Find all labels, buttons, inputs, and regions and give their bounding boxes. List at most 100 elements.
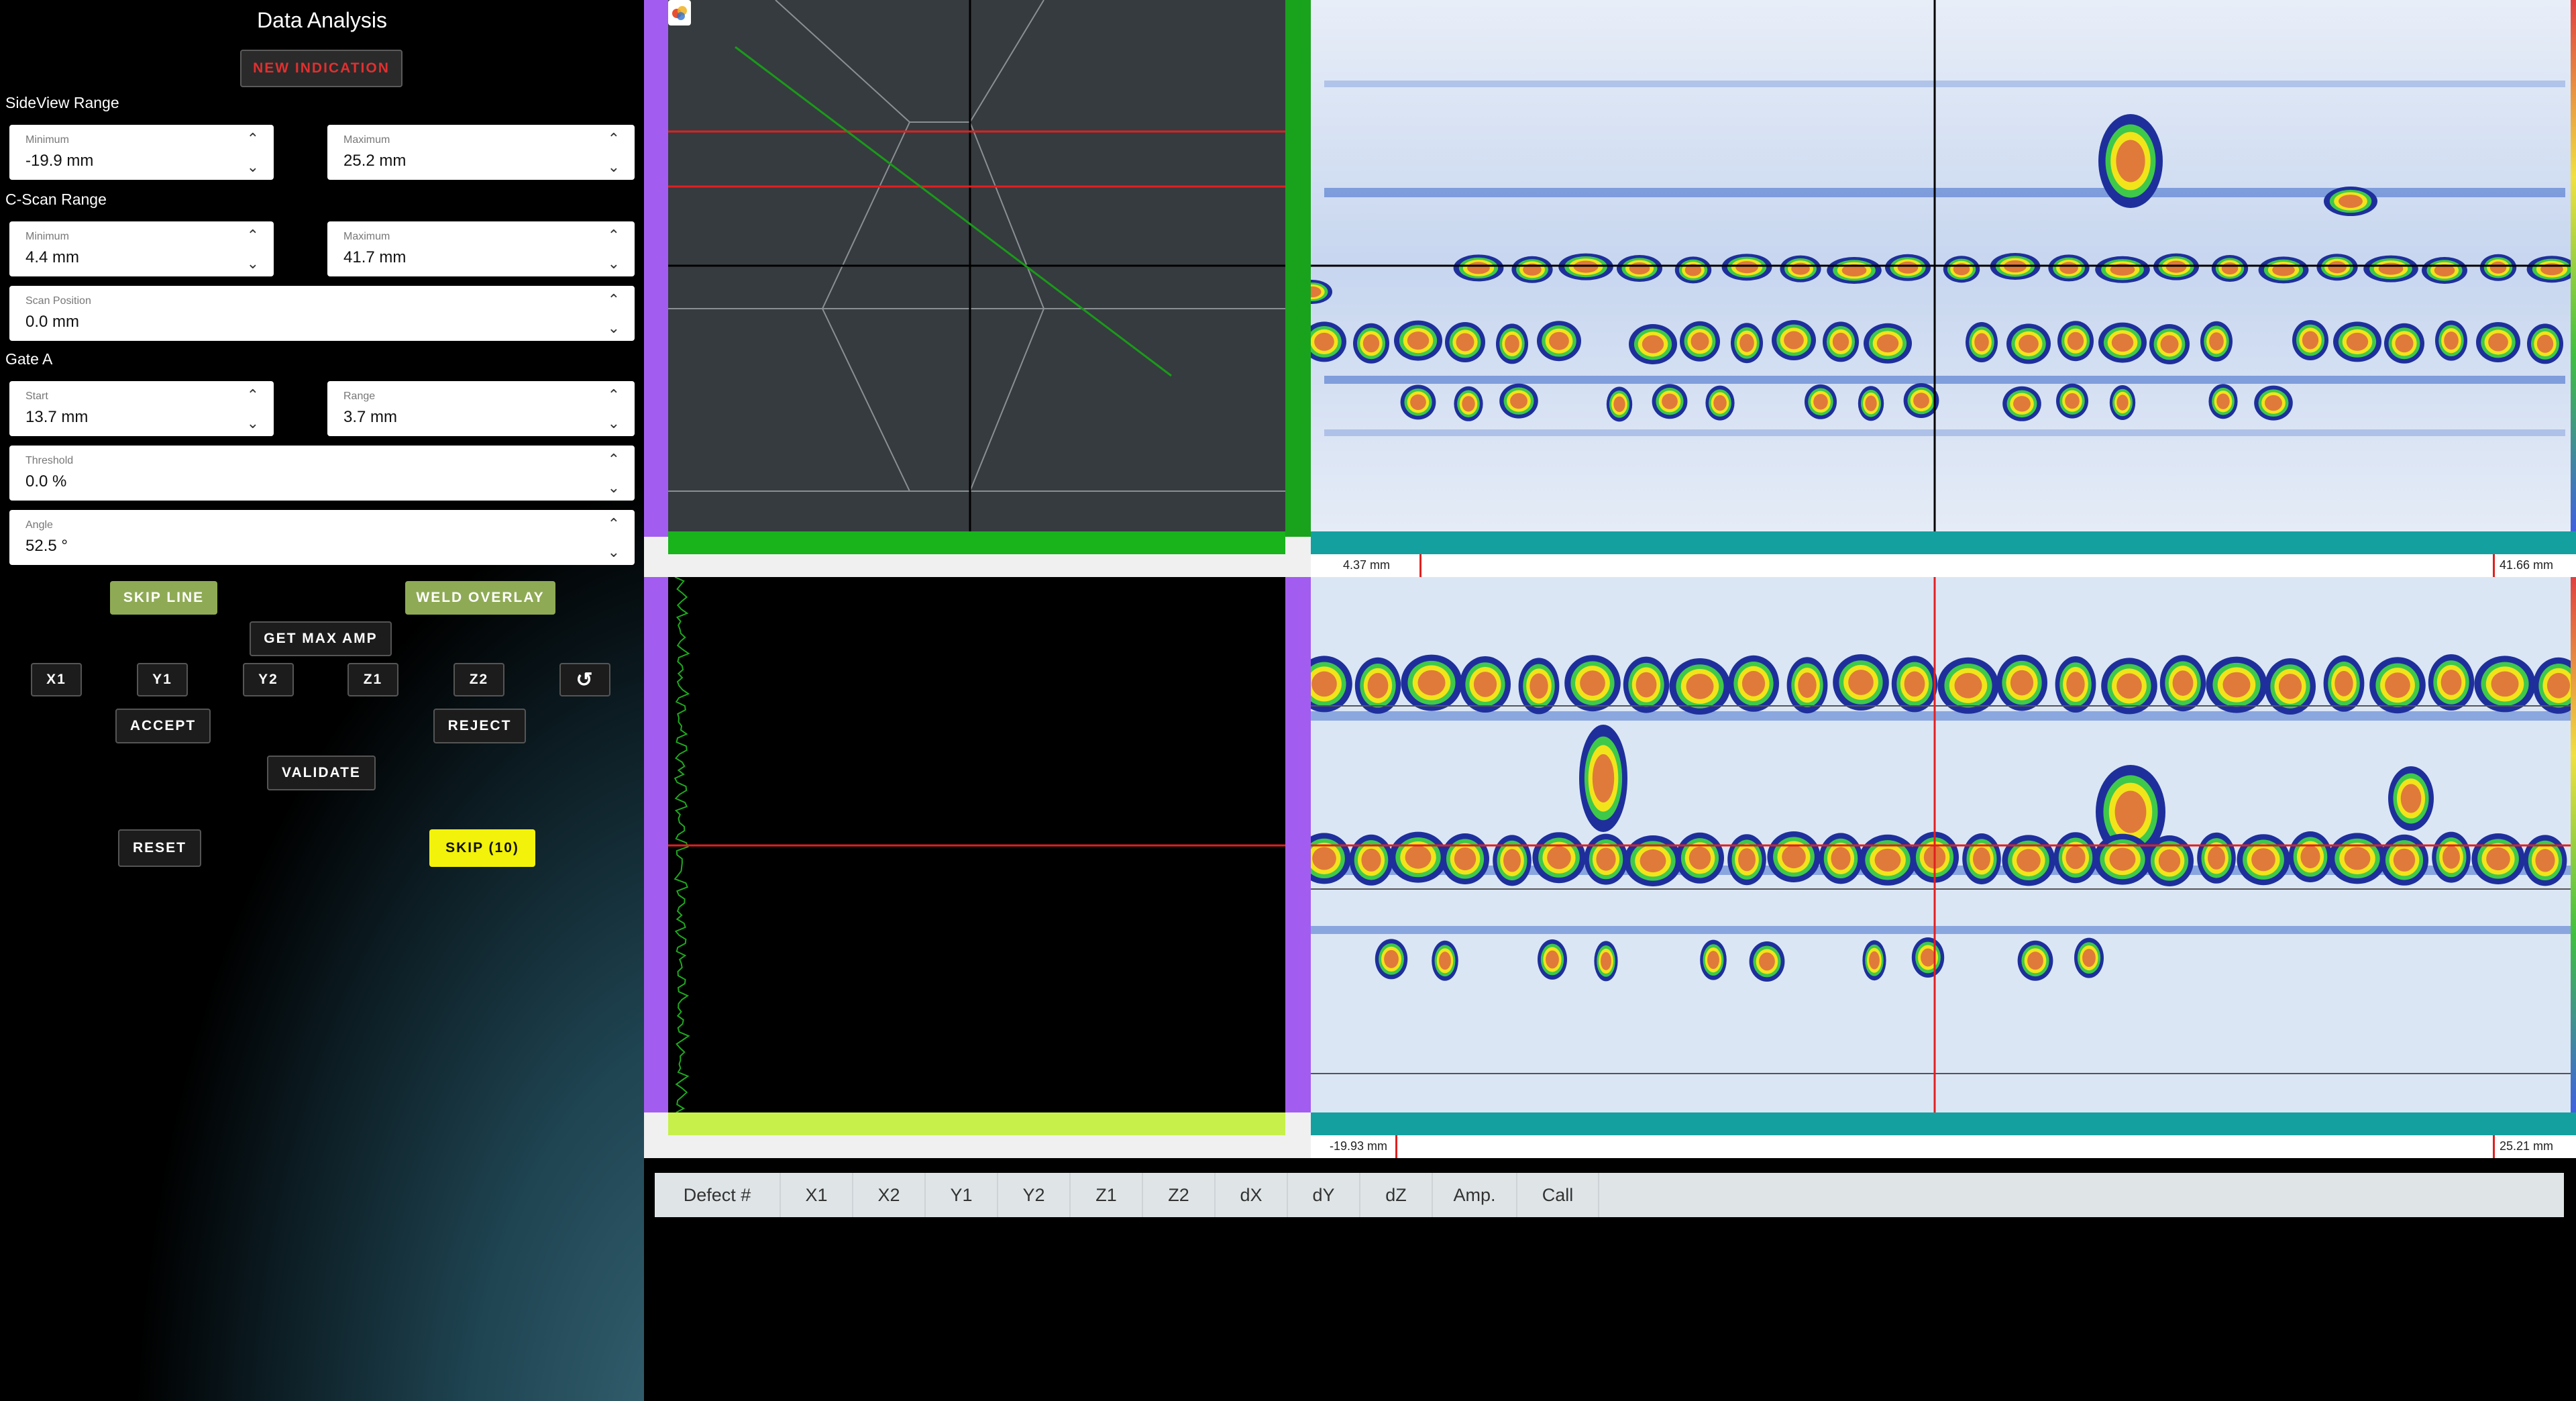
x1-button[interactable]: X1 [31, 663, 82, 696]
ascan-view[interactable] [668, 577, 1285, 1112]
app-root: Data Analysis NEW INDICATION SideView Ra… [0, 0, 2576, 1401]
depth-ruler [644, 0, 668, 537]
threshold-field[interactable]: Threshold 0.0 % ⌃ ⌄ [9, 446, 635, 501]
sideview-position-bar: -19.93 mm 25.21 mm [1311, 1135, 2576, 1158]
cscan-depth-ruler [1285, 0, 1311, 537]
cscan-image[interactable] [1311, 0, 2576, 531]
table-header-cell[interactable]: Amp. [1433, 1173, 1517, 1217]
gate-range-field[interactable]: Range 3.7 mm ⌃ ⌄ [327, 381, 635, 436]
y1-button[interactable]: Y1 [137, 663, 188, 696]
sideview-max-field[interactable]: Maximum 25.2 mm ⌃ ⌄ [327, 125, 635, 180]
cscan-right-pos: 41.66 mm [2500, 558, 2554, 572]
table-header-cell[interactable]: Z2 [1143, 1173, 1216, 1217]
undo-icon: ↺ [576, 668, 594, 691]
chevron-up-icon[interactable]: ⌃ [608, 291, 620, 309]
chevron-up-icon[interactable]: ⌃ [247, 386, 259, 404]
table-header-cell[interactable]: Defect # [655, 1173, 781, 1217]
skip-line-button[interactable]: SKIP LINE [110, 581, 217, 615]
color-scale-bar [2571, 0, 2576, 531]
reject-button[interactable]: REJECT [433, 709, 526, 743]
cscan-left-marker[interactable] [1419, 554, 1421, 577]
control-panel: Data Analysis NEW INDICATION SideView Ra… [0, 0, 644, 1401]
chevron-up-icon[interactable]: ⌃ [247, 130, 259, 148]
validate-button[interactable]: VALIDATE [267, 756, 376, 790]
sector-view-panel [644, 0, 1285, 577]
field-label: Minimum [25, 231, 69, 242]
chevron-up-icon[interactable]: ⌃ [247, 227, 259, 244]
field-label: Angle [25, 519, 53, 531]
skip-button[interactable]: SKIP (10) [429, 829, 535, 867]
field-value: 25.2 mm [343, 152, 407, 170]
table-header-cell[interactable]: Y2 [998, 1173, 1071, 1217]
angle-field[interactable]: Angle 52.5 ° ⌃ ⌄ [9, 510, 635, 565]
chevron-down-icon[interactable]: ⌄ [608, 319, 620, 337]
undo-button[interactable]: ↺ [559, 663, 610, 696]
sideview-depth-ruler [1285, 577, 1311, 1112]
app-logo-icon [668, 0, 691, 25]
chevron-up-icon[interactable]: ⌃ [608, 451, 620, 468]
sideview-scan-ruler [1311, 1112, 2576, 1135]
sideview-right-pos: 25.21 mm [2500, 1139, 2554, 1153]
index-ruler [668, 531, 1285, 554]
cscan-range-heading: C-Scan Range [5, 191, 107, 208]
chevron-up-icon[interactable]: ⌃ [608, 386, 620, 404]
field-label: Maximum [343, 231, 390, 242]
reset-button[interactable]: RESET [118, 829, 201, 867]
cscan-view-panel: 4.37 mm 41.66 mm [1285, 0, 2576, 577]
scan-position-field[interactable]: Scan Position 0.0 mm ⌃ ⌄ [9, 286, 635, 341]
field-value: -19.9 mm [25, 152, 94, 170]
field-value: 41.7 mm [343, 248, 407, 266]
sideview-image[interactable] [1311, 577, 2576, 1112]
table-header-cell[interactable]: dZ [1360, 1173, 1433, 1217]
sideview-left-marker[interactable] [1395, 1135, 1397, 1158]
cscan-min-field[interactable]: Minimum 4.4 mm ⌃ ⌄ [9, 221, 274, 276]
ascan-depth-ruler [644, 577, 668, 1112]
ascan-view-panel [644, 577, 1285, 1158]
get-max-amp-button[interactable]: GET MAX AMP [250, 621, 392, 656]
chevron-down-icon[interactable]: ⌄ [247, 255, 259, 272]
chevron-down-icon[interactable]: ⌄ [608, 479, 620, 497]
chevron-down-icon[interactable]: ⌄ [247, 158, 259, 176]
sector-view[interactable] [668, 0, 1285, 531]
field-label: Scan Position [25, 295, 91, 307]
table-header-cell[interactable]: dY [1288, 1173, 1360, 1217]
cscan-right-marker[interactable] [2493, 554, 2495, 577]
field-label: Maximum [343, 134, 390, 146]
chevron-down-icon[interactable]: ⌄ [247, 415, 259, 432]
accept-button[interactable]: ACCEPT [115, 709, 211, 743]
sideview-right-marker[interactable] [2493, 1135, 2495, 1158]
field-label: Minimum [25, 134, 69, 146]
table-header-cell[interactable]: Y1 [926, 1173, 998, 1217]
table-header-cell[interactable]: X2 [853, 1173, 926, 1217]
page-title: Data Analysis [257, 8, 387, 32]
sideview-min-field[interactable]: Minimum -19.9 mm ⌃ ⌄ [9, 125, 274, 180]
field-value: 0.0 mm [25, 313, 80, 331]
color-scale-bar [2571, 577, 2576, 1112]
gate-start-field[interactable]: Start 13.7 mm ⌃ ⌄ [9, 381, 274, 436]
chevron-up-icon[interactable]: ⌃ [608, 130, 620, 148]
defect-table-header: Defect # X1 X2 Y1 Y2 Z1 Z2 dX dY dZ Amp. Call [655, 1173, 2564, 1217]
chevron-up-icon[interactable]: ⌃ [608, 515, 620, 533]
new-indication-button[interactable]: NEW INDICATION [240, 50, 402, 87]
chevron-up-icon[interactable]: ⌃ [608, 227, 620, 244]
table-header-cell[interactable]: Call [1517, 1173, 1599, 1217]
chevron-down-icon[interactable]: ⌄ [608, 255, 620, 272]
cscan-max-field[interactable]: Maximum 41.7 mm ⌃ ⌄ [327, 221, 635, 276]
cscan-position-bar: 4.37 mm 41.66 mm [1311, 554, 2576, 577]
weld-overlay-button[interactable]: WELD OVERLAY [405, 581, 555, 615]
sideview-panel: -19.93 mm 25.21 mm [1285, 577, 2576, 1158]
table-header-cell[interactable]: X1 [781, 1173, 853, 1217]
field-value: 52.5 ° [25, 537, 68, 555]
field-value: 13.7 mm [25, 408, 89, 426]
y2-button[interactable]: Y2 [243, 663, 294, 696]
field-label: Threshold [25, 455, 74, 466]
table-header-cell[interactable]: dX [1216, 1173, 1288, 1217]
chevron-down-icon[interactable]: ⌄ [608, 415, 620, 432]
table-header-cell[interactable]: Z1 [1071, 1173, 1143, 1217]
field-label: Range [343, 391, 376, 402]
z2-button[interactable]: Z2 [453, 663, 504, 696]
chevron-down-icon[interactable]: ⌄ [608, 543, 620, 561]
gate-a-heading: Gate A [5, 350, 53, 368]
z1-button[interactable]: Z1 [347, 663, 398, 696]
chevron-down-icon[interactable]: ⌄ [608, 158, 620, 176]
